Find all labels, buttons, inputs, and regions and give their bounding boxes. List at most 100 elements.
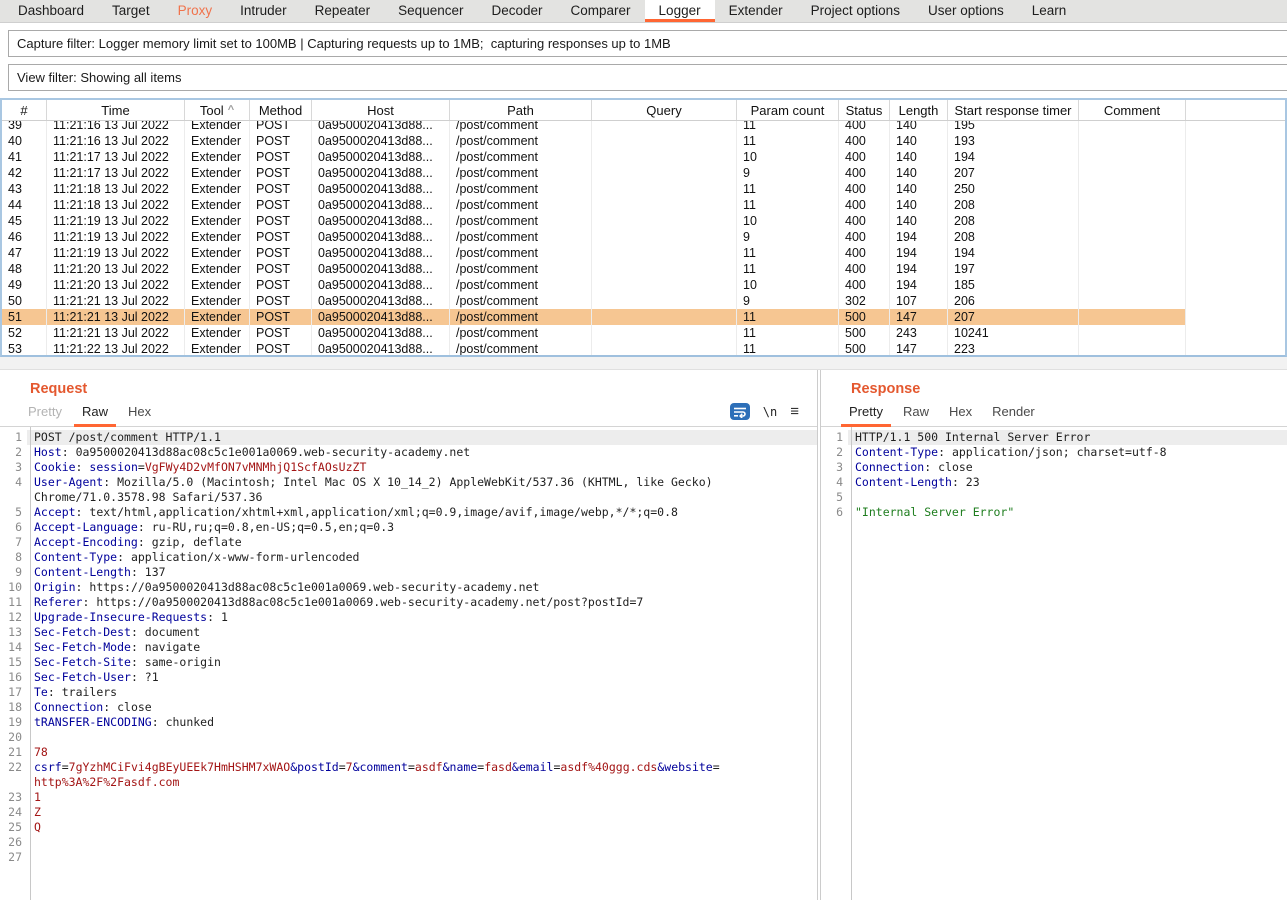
menu-tab-repeater[interactable]: Repeater [301,0,385,22]
cell-status: 302 [839,293,890,309]
cell-status: 400 [839,213,890,229]
table-row[interactable]: 3911:21:16 13 Jul 2022ExtenderPOST0a9500… [2,121,1186,133]
cell-host: 0a9500020413d88... [312,245,450,261]
cell-comment [1079,325,1186,341]
column-header-tool[interactable]: Tool^ [185,100,250,120]
request-editor-icons: \n ≡ [730,403,817,426]
menu-tab-learn[interactable]: Learn [1018,0,1081,22]
cell-query [592,309,737,325]
table-row[interactable]: 5211:21:21 13 Jul 2022ExtenderPOST0a9500… [2,325,1186,341]
table-horizontal-scrollbar[interactable] [0,357,1287,370]
code-line: 5Accept: text/html,application/xhtml+xml… [0,505,817,520]
table-row[interactable]: 4411:21:18 13 Jul 2022ExtenderPOST0a9500… [2,197,1186,213]
column-header-comment[interactable]: Comment [1079,100,1186,120]
request-tab-hex[interactable]: Hex [118,398,161,426]
table-row[interactable]: 4811:21:20 13 Jul 2022ExtenderPOST0a9500… [2,261,1186,277]
column-header-host[interactable]: Host [312,100,450,120]
table-row[interactable]: 5311:21:22 13 Jul 2022ExtenderPOST0a9500… [2,341,1186,355]
menu-tab-dashboard[interactable]: Dashboard [4,0,98,22]
column-header-time[interactable]: Time [47,100,185,120]
line-content: Upgrade-Insecure-Requests: 1 [27,610,817,625]
line-content: Accept-Language: ru-RU,ru;q=0.8,en-US;q=… [27,520,817,535]
cell-tool: Extender [185,245,250,261]
table-row[interactable]: 4211:21:17 13 Jul 2022ExtenderPOST0a9500… [2,165,1186,181]
menu-tab-extender[interactable]: Extender [715,0,797,22]
code-line: 231 [0,790,817,805]
line-content [848,490,1287,505]
line-content: Sec-Fetch-Site: same-origin [27,655,817,670]
cell-status: 400 [839,277,890,293]
line-content [27,730,817,745]
table-row[interactable]: 4111:21:17 13 Jul 2022ExtenderPOST0a9500… [2,149,1186,165]
table-row[interactable]: 4711:21:19 13 Jul 2022ExtenderPOST0a9500… [2,245,1186,261]
menu-tab-project-options[interactable]: Project options [797,0,914,22]
line-content: Accept-Encoding: gzip, deflate [27,535,817,550]
menu-tab-proxy[interactable]: Proxy [164,0,227,22]
cell-num: 39 [2,121,47,133]
menu-tab-sequencer[interactable]: Sequencer [384,0,477,22]
column-header-path[interactable]: Path [450,100,592,120]
cell-query [592,197,737,213]
menu-tab-target[interactable]: Target [98,0,164,22]
line-content: Cookie: session=VgFWy4D2vMfON7vMNMhjQ1Sc… [27,460,817,475]
table-row[interactable]: 4611:21:19 13 Jul 2022ExtenderPOST0a9500… [2,229,1186,245]
cell-comment [1079,245,1186,261]
cell-method: POST [250,245,312,261]
response-tab-hex[interactable]: Hex [939,398,982,426]
word-wrap-toggle-icon[interactable] [730,403,750,420]
table-row[interactable]: 5011:21:21 13 Jul 2022ExtenderPOST0a9500… [2,293,1186,309]
cell-params: 11 [737,245,839,261]
column-header--[interactable]: # [2,100,47,120]
column-header-start-response-timer[interactable]: Start response timer [948,100,1079,120]
response-tab-pretty[interactable]: Pretty [839,398,893,426]
menu-tab-logger[interactable]: Logger [645,0,715,22]
response-tab-render[interactable]: Render [982,398,1045,426]
cell-method: POST [250,149,312,165]
cell-length: 147 [890,309,948,325]
request-editor[interactable]: 1POST /post/comment HTTP/1.12Host: 0a950… [0,427,817,900]
line-number: 4 [821,475,847,490]
column-header-query[interactable]: Query [592,100,737,120]
menu-tab-comparer[interactable]: Comparer [557,0,645,22]
cell-status: 400 [839,133,890,149]
cell-comment [1079,197,1186,213]
code-line: 9Content-Length: 137 [0,565,817,580]
capture-filter-bar[interactable]: Capture filter: Logger memory limit set … [8,30,1287,57]
menu-tab-intruder[interactable]: Intruder [226,0,301,22]
menu-tab-decoder[interactable]: Decoder [477,0,556,22]
response-title: Response [821,370,1287,397]
response-editor[interactable]: 1HTTP/1.1 500 Internal Server Error2Cont… [821,427,1287,900]
menu-tab-user-options[interactable]: User options [914,0,1018,22]
cell-time: 11:21:20 13 Jul 2022 [47,277,185,293]
line-content: Referer: https://0a9500020413d88ac08c5c1… [27,595,817,610]
table-row[interactable]: 4911:21:20 13 Jul 2022ExtenderPOST0a9500… [2,277,1186,293]
table-row[interactable]: 5111:21:21 13 Jul 2022ExtenderPOST0a9500… [2,309,1186,325]
newline-toggle-icon[interactable]: \n [763,405,777,419]
table-row[interactable]: 4311:21:18 13 Jul 2022ExtenderPOST0a9500… [2,181,1186,197]
column-header-status[interactable]: Status [839,100,890,120]
cell-query [592,245,737,261]
table-row[interactable]: 4011:21:16 13 Jul 2022ExtenderPOST0a9500… [2,133,1186,149]
column-header-param-count[interactable]: Param count [737,100,839,120]
cell-timer: 206 [948,293,1079,309]
view-filter-bar[interactable]: View filter: Showing all items [8,64,1287,91]
editor-menu-icon[interactable]: ≡ [790,407,799,417]
code-line: 7Accept-Encoding: gzip, deflate [0,535,817,550]
response-tab-raw[interactable]: Raw [893,398,939,426]
request-tab-raw[interactable]: Raw [72,398,118,426]
request-tab-pretty[interactable]: Pretty [18,398,72,426]
cell-time: 11:21:19 13 Jul 2022 [47,229,185,245]
cell-length: 243 [890,325,948,341]
cell-num: 42 [2,165,47,181]
cell-time: 11:21:16 13 Jul 2022 [47,133,185,149]
cell-params: 11 [737,181,839,197]
column-header-length[interactable]: Length [890,100,948,120]
code-line: 12Upgrade-Insecure-Requests: 1 [0,610,817,625]
table-row[interactable]: 4511:21:19 13 Jul 2022ExtenderPOST0a9500… [2,213,1186,229]
cell-status: 400 [839,181,890,197]
cell-method: POST [250,165,312,181]
column-header-method[interactable]: Method [250,100,312,120]
cell-host: 0a9500020413d88... [312,293,450,309]
cell-num: 44 [2,197,47,213]
response-tabs: PrettyRawHexRender [821,397,1287,427]
